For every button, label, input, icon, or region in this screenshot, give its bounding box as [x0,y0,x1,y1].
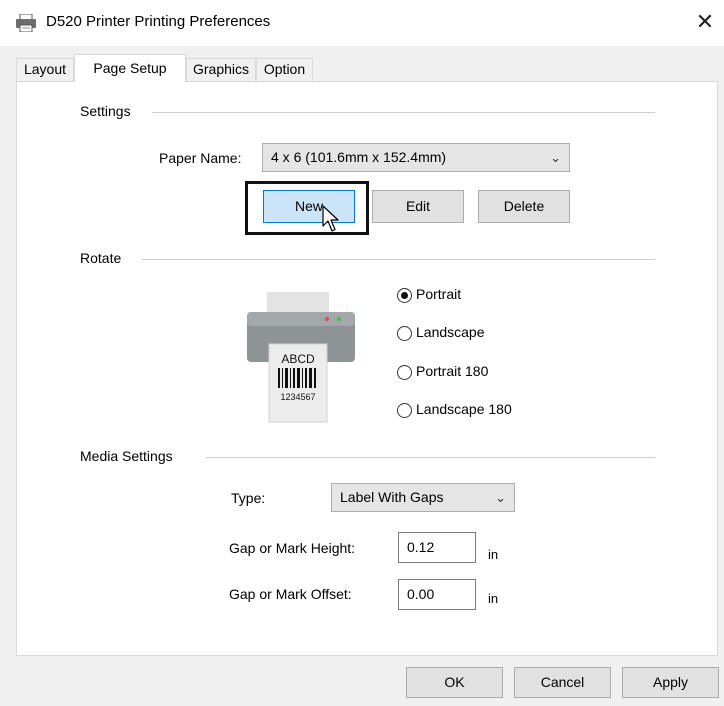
delete-button[interactable]: Delete [478,190,570,223]
radio-portrait-label: Portrait [416,286,462,302]
barcode-number: 1234567 [280,392,315,402]
radio-landscape-button[interactable] [397,326,412,341]
rotate-group-label: Rotate [80,250,122,266]
chevron-down-icon: ⌄ [495,490,506,505]
paper-name-value: 4 x 6 (101.6mm x 152.4mm) [271,149,447,165]
radio-landscape-label: Landscape [416,324,485,340]
radio-landscape-180-button[interactable] [397,403,412,418]
title-bar: D520 Printer Printing Preferences ✕ [0,0,724,46]
radio-portrait-button[interactable] [397,288,412,303]
mouse-cursor-icon [322,205,339,232]
new-button[interactable]: New [263,190,355,223]
chevron-down-icon: ⌄ [550,150,561,165]
printer-icon [16,14,36,32]
gap-height-label: Gap or Mark Height: [229,540,356,556]
media-settings-divider [206,457,655,458]
media-type-select[interactable]: Label With Gaps ⌄ [331,483,515,512]
printing-preferences-window: D520 Printer Printing Preferences ✕ Layo… [0,0,724,706]
apply-button[interactable]: Apply [622,667,719,698]
media-settings-group-label: Media Settings [80,448,173,464]
led-red [324,316,330,322]
radio-portrait-180-label: Portrait 180 [416,363,489,379]
gap-offset-input[interactable]: 0.00 [398,579,476,610]
gap-offset-label: Gap or Mark Offset: [229,586,352,602]
settings-divider [152,112,655,113]
tab-graphics[interactable]: Graphics [186,58,256,81]
media-type-value: Label With Gaps [340,489,444,505]
rotate-divider [142,259,655,260]
tab-page-setup[interactable]: Page Setup [74,54,186,82]
window-title: D520 Printer Printing Preferences [46,13,271,30]
settings-group-label: Settings [80,103,131,119]
tab-layout[interactable]: Layout [16,58,74,81]
gap-offset-unit: in [488,591,499,606]
paper-name-label: Paper Name: [159,150,242,166]
type-label: Type: [231,490,266,506]
gap-height-unit: in [488,547,499,562]
label-text: ABCD [281,352,315,366]
tab-option[interactable]: Option [256,58,313,81]
edit-button[interactable]: Edit [372,190,464,223]
led-green [336,316,342,322]
cancel-button[interactable]: Cancel [514,667,611,698]
gap-height-input[interactable]: 0.12 [398,532,476,563]
close-icon[interactable]: ✕ [690,8,720,38]
paper-name-select[interactable]: 4 x 6 (101.6mm x 152.4mm) ⌄ [262,143,570,172]
printer-illustration: ABCD 1234567 [247,292,355,423]
ok-button[interactable]: OK [406,667,503,698]
radio-landscape-180-label: Landscape 180 [416,401,512,417]
radio-portrait-180-button[interactable] [397,365,412,380]
